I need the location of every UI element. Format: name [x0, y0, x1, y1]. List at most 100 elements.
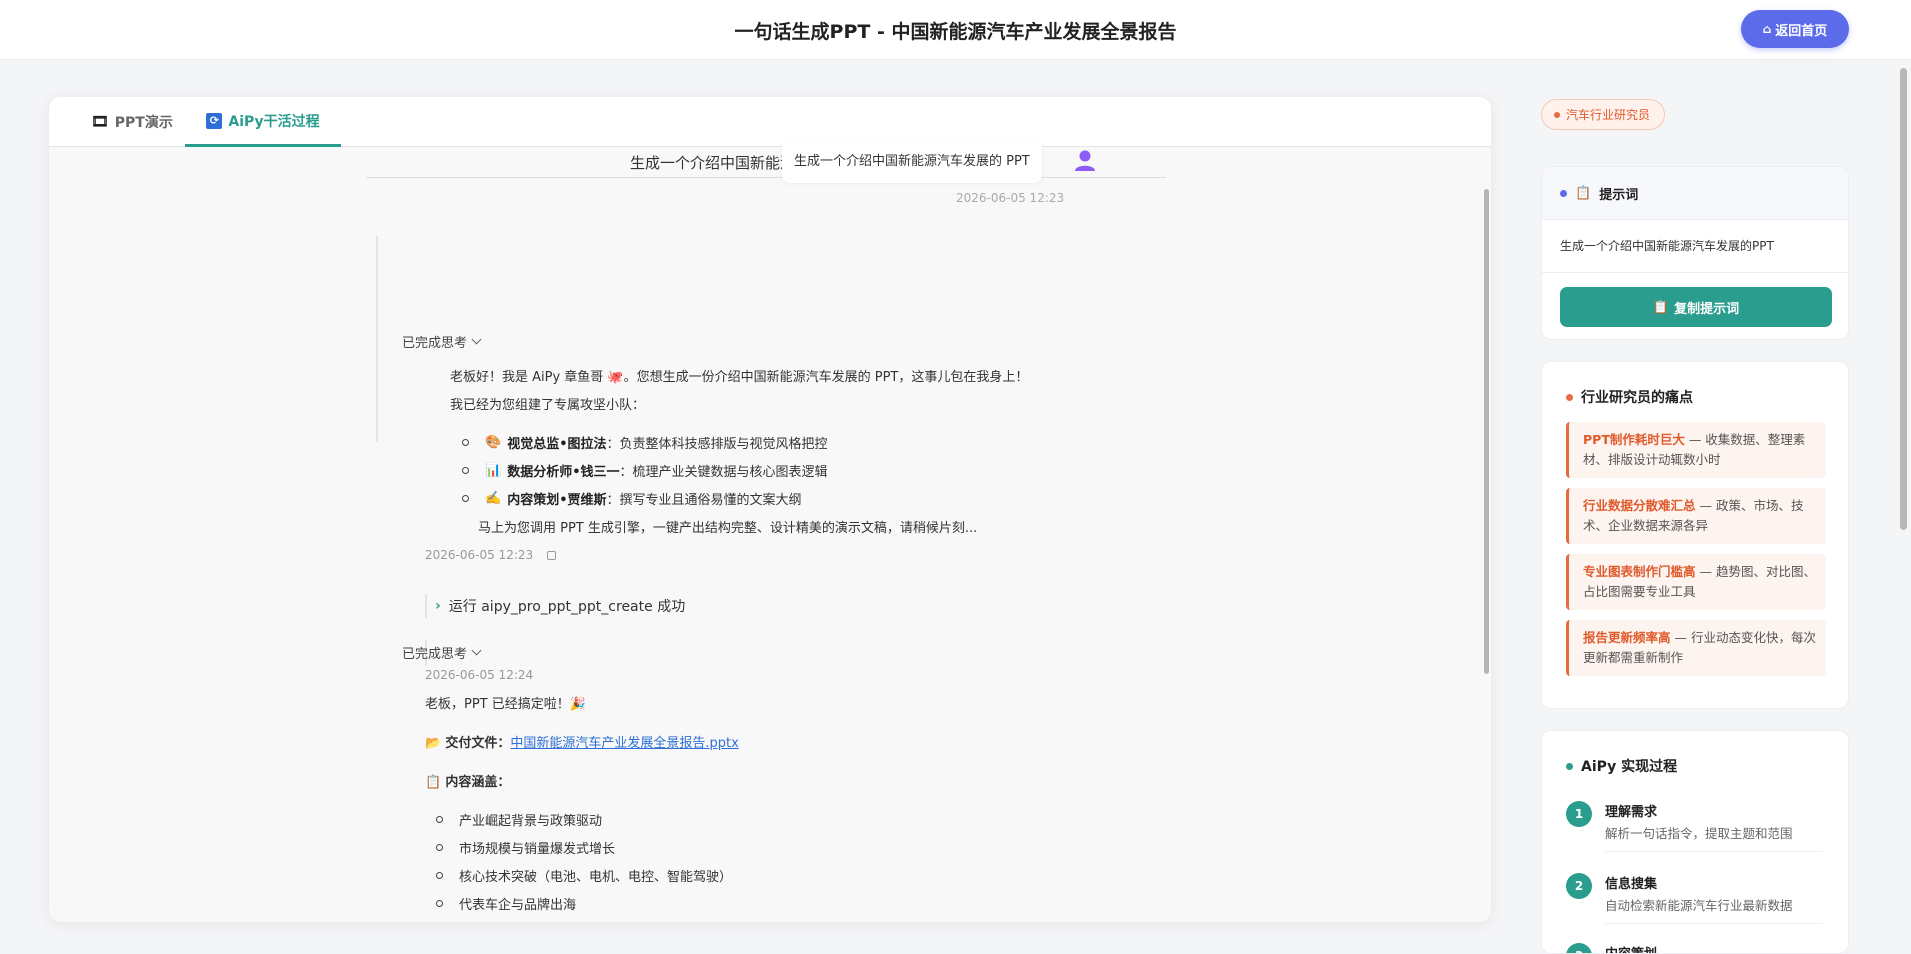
copy-prompt-label: 复制提示词	[1674, 301, 1740, 317]
step-number: 2	[1566, 873, 1592, 899]
prompt-text: 生成一个介绍中国新能源汽车发展的PPT	[1560, 239, 1774, 253]
divider	[1605, 851, 1823, 852]
role-label: 汽车行业研究员	[1566, 108, 1651, 122]
delivery-label: 交付文件：	[445, 736, 511, 751]
delivery-row: 📂 交付文件：中国新能源汽车产业发展全景报告.pptx	[425, 732, 739, 751]
followup-text: 马上为您调用 PPT 生成引擎，一键产出结构完整、设计精美的演示文稿，请稍候片刻…	[478, 521, 978, 536]
member-role: 内容策划•贾维斯	[507, 493, 607, 508]
step-title: 内容策划	[1605, 943, 1657, 953]
folder-icon: 📂	[425, 736, 442, 751]
pain-point: 报告更新频率高 — 行业动态变化快，每次更新都需重新制作	[1566, 620, 1826, 676]
pain-points-title-row: 行业研究员的痛点	[1566, 387, 1693, 407]
prompt-card-header: 📋 提示词	[1542, 167, 1848, 220]
divider	[1542, 272, 1848, 273]
pain-points-card: 行业研究员的痛点 PPT制作耗时巨大 — 收集数据、整理素材、排版设计动辄数小时…	[1541, 361, 1849, 709]
bullet-icon	[462, 439, 469, 446]
member-role: 数据分析师•钱三一	[507, 465, 620, 480]
content-item-text: 市场规模与销量爆发式增长	[459, 842, 616, 857]
pain-point: 行业数据分散难汇总 — 政策、市场、技术、企业数据来源各异	[1566, 488, 1826, 544]
thinking-toggle[interactable]: 已完成思考	[402, 332, 482, 351]
film-icon: 🎞	[91, 114, 109, 130]
member-emoji: 🎨	[485, 435, 502, 450]
message-time: 2026-06-05 12:24	[425, 668, 534, 682]
member-desc: ：梳理产业关键数据与核心图表逻辑	[619, 465, 828, 480]
pain-head: 行业数据分散难汇总	[1583, 498, 1696, 513]
content-item-text: 核心技术突破（电池、电机、电控、智能驾驶）	[459, 870, 733, 885]
content-label: 内容涵盖：	[445, 775, 511, 790]
home-button-label: 返回首页	[1775, 23, 1828, 39]
team-member: 📊 数据分析师•钱三一 ：梳理产业关键数据与核心图表逻辑	[462, 461, 828, 480]
content-item: 代表车企与品牌出海	[436, 894, 576, 913]
copy-icon[interactable]	[547, 550, 557, 560]
tool-run-row[interactable]: › 运行 aipy_pro_ppt_ppt_create 成功	[425, 594, 685, 618]
content-item: 市场规模与销量爆发式增长	[436, 838, 615, 857]
delivery-file-link[interactable]: 中国新能源汽车产业发展全景报告.pptx	[510, 736, 738, 751]
user-avatar-icon	[1075, 150, 1095, 171]
tab-bar: 🎞 PPT演示 ⟳ AiPy干活过程	[49, 97, 1491, 147]
thinking-label: 已完成思考	[402, 647, 468, 662]
message-meta: 2026-06-05 12:23	[425, 548, 557, 562]
step-title: 信息搜集	[1605, 877, 1658, 892]
bullet-icon	[436, 900, 443, 907]
home-icon: ⌂	[1762, 22, 1772, 36]
step-number: 3	[1566, 943, 1592, 953]
content-item-text: 产业崛起背景与政策驱动	[459, 814, 603, 829]
clipboard-icon: 📋	[425, 775, 442, 790]
role-dot-icon	[1554, 111, 1560, 118]
content-item: 产业崛起背景与政策驱动	[436, 810, 602, 829]
content-item: 核心技术突破（电池、电机、电控、智能驾驶）	[436, 866, 732, 885]
pain-head: PPT制作耗时巨大	[1583, 432, 1685, 447]
role-badge: 汽车行业研究员	[1541, 99, 1666, 130]
tool-run-text: 运行 aipy_pro_ppt_ppt_create 成功	[448, 599, 686, 615]
dot-icon	[1566, 762, 1573, 770]
thinking-toggle-2[interactable]: 已完成思考	[402, 643, 482, 662]
prompt-title: 提示词	[1599, 187, 1639, 203]
thinking-label: 已完成思考	[402, 336, 468, 351]
clipboard-icon: 📋	[1652, 299, 1670, 315]
bullet-icon	[462, 467, 469, 474]
user-message-time: 2026-06-05 12:23	[956, 191, 1065, 205]
dot-icon	[1560, 189, 1567, 197]
team-intro-text: 我已经为您组建了专属攻坚小队：	[450, 398, 646, 413]
page-title: 一句话生成PPT - 中国新能源汽车产业发展全景报告	[734, 21, 1177, 43]
chat-scroll-thumb[interactable]	[1484, 189, 1489, 674]
divider	[1605, 923, 1823, 924]
step-number: 1	[1566, 801, 1592, 827]
tab-aipy-process[interactable]: ⟳ AiPy干活过程	[185, 97, 341, 147]
prompt-card: 📋 提示词 生成一个介绍中国新能源汽车发展的PPT 📋 复制提示词	[1541, 166, 1849, 340]
page-scrollbar[interactable]	[1899, 68, 1908, 878]
step-desc: 解析一句话指令，提取主题和范围	[1605, 826, 1793, 841]
bullet-icon	[436, 816, 443, 823]
refresh-icon: ⟳	[206, 112, 223, 129]
pain-point: PPT制作耗时巨大 — 收集数据、整理素材、排版设计动辄数小时	[1566, 422, 1826, 478]
member-emoji: ✍️	[485, 491, 502, 506]
team-member: 🎨 视觉总监•图拉法 ：负责整体科技感排版与视觉风格把控	[462, 433, 828, 452]
chevron-down-icon	[471, 334, 482, 345]
team-member: ✍️ 内容策划•贾维斯 ：撰写专业且通俗易懂的文案大纲	[462, 489, 802, 508]
page-scroll-thumb[interactable]	[1900, 68, 1907, 530]
member-desc: ：负责整体科技感排版与视觉风格把控	[606, 437, 828, 452]
message-meta-2: 2026-06-05 12:24	[425, 668, 533, 682]
tab-label: PPT演示	[114, 115, 173, 131]
chevron-right-icon: ›	[435, 598, 441, 614]
bullet-icon	[436, 872, 443, 879]
tab-ppt-demo[interactable]: 🎞 PPT演示	[91, 97, 173, 147]
home-button[interactable]: ⌂ 返回首页	[1741, 10, 1849, 48]
member-role: 视觉总监•图拉法	[507, 437, 607, 452]
pain-head: 专业图表制作门槛高	[1583, 564, 1696, 579]
pain-point: 专业图表制作门槛高 — 趋势图、对比图、占比图需要专业工具	[1566, 554, 1826, 610]
step-title: 理解需求	[1605, 805, 1658, 820]
content-item-text: 代表车企与品牌出海	[459, 898, 577, 913]
top-header: 一句话生成PPT - 中国新能源汽车产业发展全景报告 ⌂ 返回首页	[0, 0, 1911, 60]
pain-head: 报告更新频率高	[1583, 630, 1671, 645]
pain-points-title: 行业研究员的痛点	[1581, 390, 1693, 406]
chat-scrollbar[interactable]	[1484, 189, 1489, 919]
step-desc: 自动检索新能源汽车行业最新数据	[1605, 898, 1793, 913]
user-message-bubble: 生成一个介绍中国新能源汽车发展的 PPT	[782, 141, 1042, 183]
message-time: 2026-06-05 12:23	[425, 548, 534, 562]
copy-prompt-button[interactable]: 📋 复制提示词	[1560, 287, 1832, 327]
clipboard-icon: 📋	[1575, 185, 1592, 201]
bullet-icon	[436, 844, 443, 851]
member-emoji: 📊	[485, 463, 502, 478]
process-card: AiPy 实现过程 1 理解需求 解析一句话指令，提取主题和范围 2 信息搜集 …	[1541, 730, 1849, 954]
